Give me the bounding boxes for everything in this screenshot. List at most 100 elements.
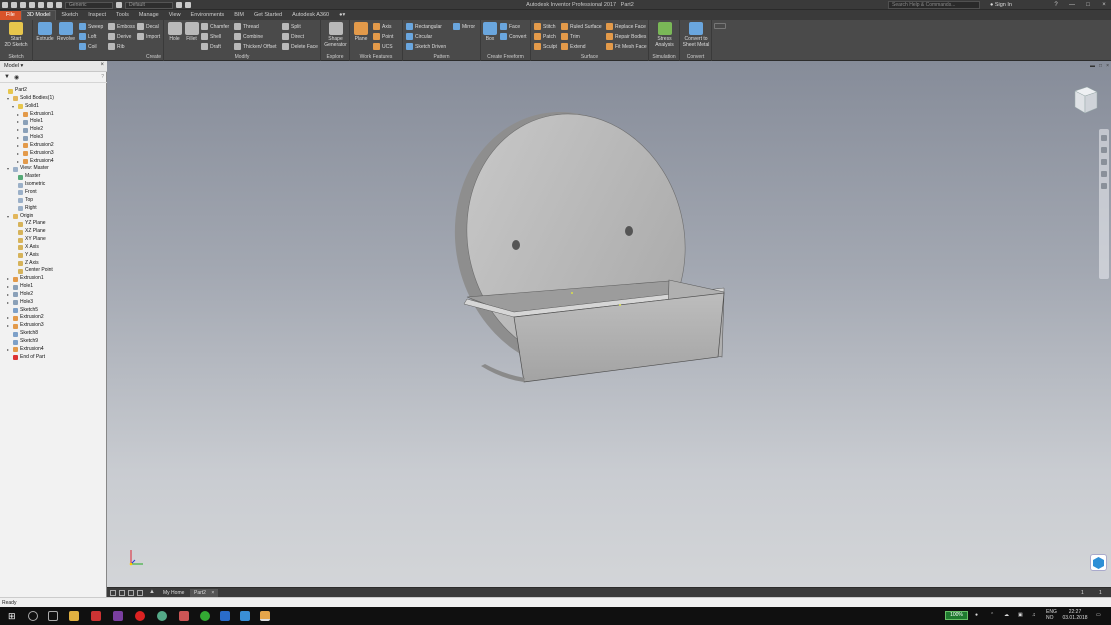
windows-start-icon[interactable]: ⊞ [8,611,18,621]
browser-icon[interactable] [157,611,167,621]
onenote-icon[interactable] [113,611,123,621]
zoom-icon[interactable] [1101,159,1107,165]
tree-expand-icon[interactable]: ▾ [7,213,12,221]
tab-get-started[interactable]: Get Started [249,11,287,20]
tree-item[interactable]: XY Plane [0,236,107,244]
document-menu-icon[interactable]: ▲ [149,589,155,595]
network-icon[interactable]: ▣ [1018,612,1023,618]
tree-item[interactable]: Top [0,197,107,205]
axis-button[interactable]: Axis [373,22,391,31]
tree-item[interactable]: ▸ Hole1 [0,283,107,291]
tree-item[interactable]: ▸ Extrusion2 [0,142,107,150]
measure-icon[interactable] [176,2,182,8]
viewport-restore-icon[interactable]: □ [1099,63,1102,69]
fx-icon[interactable] [185,2,191,8]
tree-item[interactable]: Center Point [0,267,107,275]
update-icon[interactable] [56,2,62,8]
spotify-icon[interactable] [200,611,210,621]
circular-pattern-button[interactable]: Circular [406,32,432,41]
tree-item[interactable]: ▸ Extrusion4 [0,346,107,354]
split-button[interactable]: Split [282,22,301,31]
mail-icon[interactable] [240,611,250,621]
tree-item[interactable]: ▾ Origin [0,213,107,221]
face-button[interactable]: Face [500,22,520,31]
inventor-taskbar-icon[interactable] [260,611,270,621]
part-model-svg[interactable] [107,61,1111,587]
tree-expand-icon[interactable]: ▸ [17,142,22,150]
material-select[interactable]: Generic [65,1,113,9]
decal-button[interactable]: Decal [137,22,159,31]
mounting-hole-left[interactable] [512,240,520,250]
ucs-button[interactable]: UCS [373,42,393,51]
tile-horizontal-icon[interactable] [110,590,116,596]
tree-expand-icon[interactable]: ▸ [17,134,22,142]
ruled-surface-button[interactable]: Ruled Surface [561,22,602,31]
sketch-point[interactable] [619,304,621,306]
tree-item[interactable]: Right [0,205,107,213]
redo-icon[interactable] [38,2,44,8]
language-indicator[interactable]: ENG NO [1046,609,1057,621]
cascade-icon[interactable] [128,590,134,596]
tree-item[interactable]: X Axis [0,244,107,252]
loft-button[interactable]: Loft [79,32,96,41]
tree-item[interactable]: ▸ Extrusion2 [0,314,107,322]
open-folder-icon[interactable] [11,2,17,8]
viewcube[interactable] [1071,85,1099,115]
tree-item[interactable]: ▸ Extrusion3 [0,322,107,330]
tree-item[interactable]: Part2 [0,87,107,95]
stitch-button[interactable]: Stitch [534,22,556,31]
tree-expand-icon[interactable]: ▸ [17,126,22,134]
tree-expand-icon[interactable]: ▾ [7,165,12,173]
tab-part2[interactable]: Part2 × [190,589,219,597]
tree-item[interactable]: ▸ Hole1 [0,118,107,126]
tab-tools[interactable]: Tools [111,11,134,20]
tree-expand-icon[interactable]: ▸ [7,322,12,330]
clock[interactable]: 22:27 03.01.2018 [1062,609,1088,621]
derive-button[interactable]: Derive [108,32,131,41]
tab-my-home[interactable]: My Home [159,589,188,597]
tab-autodesk-a360[interactable]: Autodesk A360 [287,11,334,20]
filter-icon[interactable]: ▼ [4,74,10,80]
chamfer-button[interactable]: Chamfer [201,22,229,31]
group-modify-label[interactable]: Modify [164,54,320,60]
convert-freeform-button[interactable]: Convert [500,32,527,41]
opera-icon[interactable] [135,611,145,621]
repair-bodies-button[interactable]: Repair Bodies [606,32,646,41]
import-button[interactable]: Import [137,32,160,41]
file-explorer-icon[interactable] [69,611,79,621]
tree-expand-icon[interactable]: ▸ [7,299,12,307]
tree-item[interactable]: ▸ Hole3 [0,134,107,142]
tree-expand-icon[interactable]: ▸ [7,291,12,299]
thicken-offset-button[interactable]: Thicken/ Offset [234,42,277,51]
fillet-button[interactable]: Fillet [183,22,200,42]
r-app-icon[interactable] [220,611,230,621]
new-file-icon[interactable] [2,2,8,8]
home-icon[interactable] [47,2,53,8]
draft-button[interactable]: Draft [201,42,221,51]
tree-item[interactable]: End of Part [0,354,107,362]
tree-item[interactable]: Isometric [0,181,107,189]
tree-item[interactable]: ▾ Solid1 [0,103,107,111]
cloud-icon[interactable]: ☁ [1004,612,1009,618]
tree-item[interactable]: Sketch8 [0,330,107,338]
tab-manage[interactable]: Manage [134,11,164,20]
ribbon-customize-icon[interactable] [714,23,726,29]
tree-expand-icon[interactable]: ▸ [7,346,12,354]
extrude-button[interactable]: Extrude [35,22,55,42]
volume-icon[interactable]: ♫ [1032,612,1036,618]
close-tab-icon[interactable]: × [211,590,214,596]
tree-item[interactable]: Z Axis [0,260,107,268]
media-app-icon[interactable] [179,611,189,621]
steering-wheel-icon[interactable] [1101,135,1107,141]
search-icon[interactable] [28,611,38,621]
direct-button[interactable]: Direct [282,32,304,41]
extend-button[interactable]: Extend [561,42,586,51]
box-button[interactable]: Box [482,22,498,42]
notifications-icon[interactable]: ▭ [1096,612,1101,618]
tree-item[interactable]: Y Axis [0,252,107,260]
close-browser-icon[interactable]: × [100,62,104,68]
tab-file[interactable]: File [0,11,21,20]
trim-button[interactable]: Trim [561,32,580,41]
help-button[interactable]: ? [1051,1,1061,9]
sketch-driven-pattern-button[interactable]: Sketch Driven [406,42,446,51]
